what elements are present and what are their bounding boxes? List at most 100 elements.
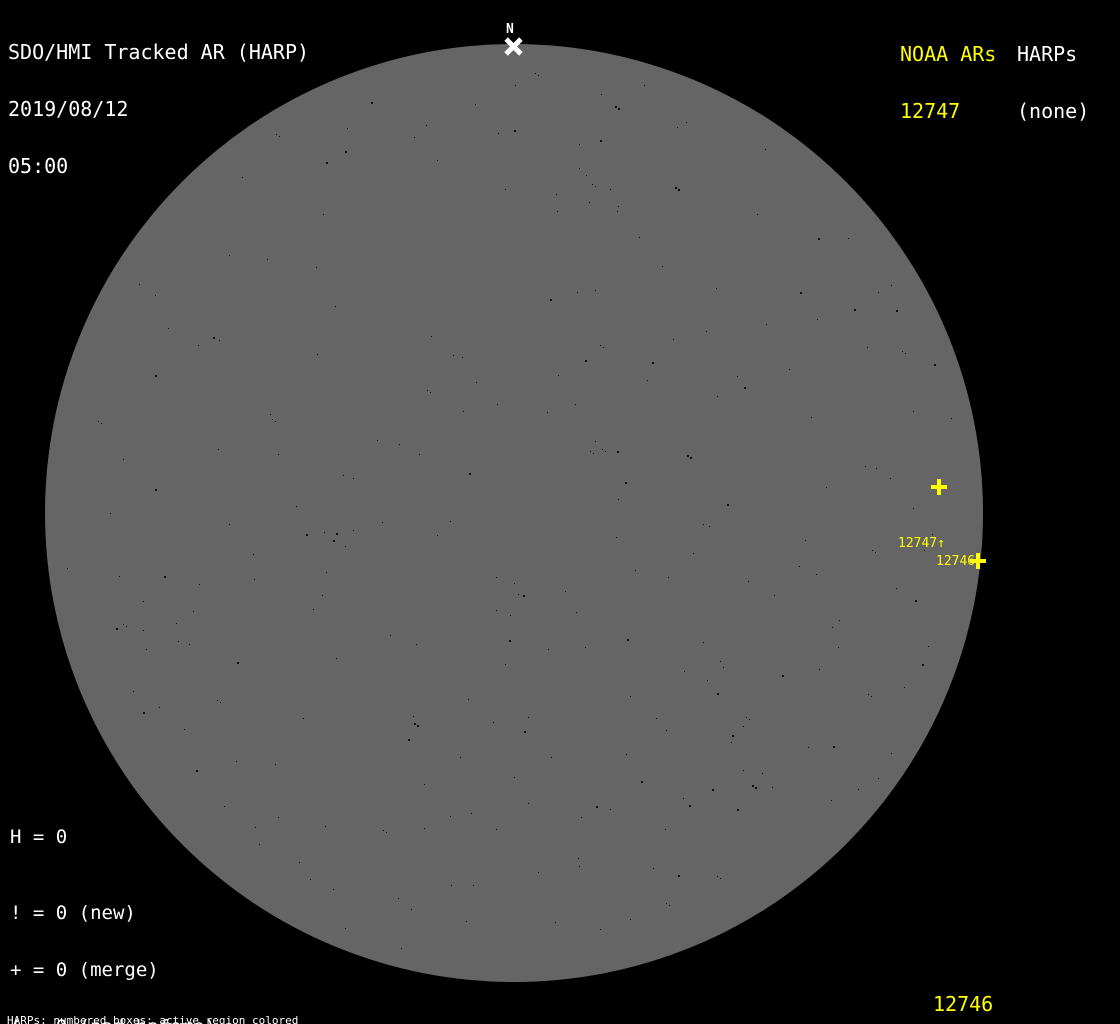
disk-speckle	[236, 761, 237, 762]
disk-speckle	[789, 369, 790, 370]
disk-speckle	[677, 127, 678, 128]
disk-speckle	[687, 455, 689, 457]
disk-speckle	[766, 324, 767, 325]
disk-speckle	[749, 719, 750, 720]
disk-speckle	[592, 184, 593, 185]
disk-speckle	[737, 376, 738, 377]
disk-speckle	[617, 451, 619, 453]
disk-speckle	[595, 441, 596, 442]
disk-speckle	[709, 526, 710, 527]
disk-speckle	[772, 787, 773, 788]
disk-speckle	[816, 574, 817, 575]
disk-speckle	[800, 292, 802, 294]
disk-speckle	[602, 449, 603, 450]
disk-speckle	[401, 948, 402, 949]
disk-speckle	[595, 186, 596, 187]
disk-speckle	[556, 194, 557, 195]
disk-speckle	[913, 508, 914, 509]
legend-entry-new: ! = 0 (new)	[10, 904, 227, 923]
harps-header: HARPs	[1017, 45, 1089, 64]
disk-speckle	[808, 747, 809, 748]
disk-speckle	[600, 140, 602, 142]
disk-speckle	[578, 858, 579, 859]
disk-speckle	[116, 628, 118, 630]
disk-speckle	[189, 644, 190, 645]
disk-speckle	[229, 255, 230, 256]
disk-speckle	[437, 160, 438, 161]
disk-speckle	[951, 418, 952, 419]
disk-speckle	[468, 699, 469, 700]
disk-speckle	[703, 524, 704, 525]
noaa-ar-number-label: 12746↑	[936, 555, 983, 569]
disk-speckle	[496, 577, 497, 578]
disk-speckle	[416, 644, 417, 645]
disk-speckle	[345, 151, 347, 153]
disk-speckle	[505, 189, 506, 190]
disk-speckle	[382, 522, 383, 523]
disk-speckle	[871, 696, 872, 697]
disk-speckle	[229, 524, 230, 525]
disk-speckle	[913, 411, 914, 412]
disk-speckle	[765, 149, 766, 150]
noaa-ars-column: NOAA ARs 12747	[900, 7, 996, 159]
disk-speckle	[579, 168, 580, 169]
disk-speckle	[799, 566, 800, 567]
disk-speckle	[155, 489, 157, 491]
disk-speckle	[193, 611, 194, 612]
disk-speckle	[515, 85, 516, 86]
noaa-ars-header: NOAA ARs	[900, 45, 996, 64]
disk-speckle	[875, 552, 876, 553]
disk-speckle	[453, 355, 454, 356]
disk-speckle	[904, 687, 905, 688]
disk-speckle	[878, 778, 879, 779]
disk-speckle	[463, 411, 464, 412]
disk-speckle	[706, 331, 707, 332]
disk-speckle	[635, 570, 636, 571]
disk-speckle	[755, 787, 757, 789]
disk-speckle	[476, 382, 477, 383]
disk-speckle	[644, 85, 645, 86]
disk-speckle	[524, 731, 526, 733]
disk-speckle	[601, 94, 602, 95]
disk-speckle	[123, 459, 124, 460]
disk-speckle	[876, 468, 877, 469]
harp-count: H = 0	[10, 828, 67, 847]
disk-speckle	[878, 292, 879, 293]
disk-speckle	[653, 868, 654, 869]
disk-speckle	[146, 649, 147, 650]
disk-speckle	[424, 828, 425, 829]
disk-speckle	[811, 417, 812, 418]
disk-speckle	[720, 661, 721, 662]
disk-speckle	[383, 830, 384, 831]
disk-speckle	[605, 451, 606, 452]
disk-speckle	[419, 454, 420, 455]
solar-harp-map: N SDO/HMI Tracked AR (HARP) 2019/08/12 0…	[0, 0, 1120, 1024]
disk-speckle	[547, 412, 548, 413]
disk-speckle	[617, 211, 618, 212]
harps-column: HARPs (none)	[1017, 7, 1089, 159]
disk-speckle	[353, 478, 354, 479]
disk-speckle	[630, 696, 631, 697]
disk-speckle	[178, 641, 179, 642]
disk-speckle	[168, 328, 169, 329]
disk-speckle	[652, 362, 654, 364]
disk-speckle	[450, 816, 451, 817]
disk-speckle	[538, 75, 539, 76]
disk-speckle	[896, 310, 898, 312]
disk-speckle	[550, 299, 552, 301]
disk-speckle	[199, 584, 200, 585]
disk-speckle	[600, 929, 601, 930]
disk-speckle	[817, 319, 818, 320]
disk-speckle	[854, 309, 856, 311]
disk-speckle	[932, 534, 933, 535]
disk-speckle	[689, 805, 691, 807]
disk-speckle	[275, 764, 276, 765]
disk-speckle	[618, 206, 619, 207]
disk-speckle	[585, 360, 587, 362]
disk-speckle	[278, 817, 279, 818]
disk-speckle	[196, 770, 198, 772]
disk-speckle	[218, 449, 219, 450]
disk-speckle	[662, 266, 663, 267]
disk-speckle	[219, 340, 220, 341]
disk-speckle	[306, 534, 308, 536]
